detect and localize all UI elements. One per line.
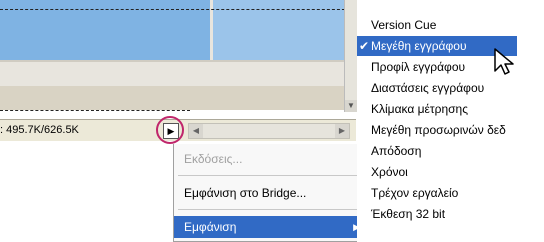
horizontal-scrollbar[interactable]: ◀ ▶ [188,123,350,139]
submenu-item-timing[interactable]: Χρόνοι [357,162,544,182]
submenu-item-version-cue[interactable]: Version Cue [357,15,544,35]
vertical-scrollbar[interactable]: ▼ [344,0,357,112]
scroll-right-icon[interactable]: ▶ [335,124,349,138]
document-size-readout: : 495.7K/626.5K [0,124,79,136]
image-region [0,60,345,86]
document-canvas [0,0,345,110]
submenu-item-efficiency[interactable]: Απόδοση [357,141,544,161]
menu-item-show[interactable]: Εμφάνιση ▶ [174,216,368,238]
mouse-pointer-icon [494,48,514,75]
menu-item-label: Εμφάνιση [184,220,237,234]
selection-marquee [0,110,190,111]
menu-separator [178,209,364,210]
callout-circle [156,116,184,144]
menu-separator [178,175,364,176]
submenu-item-scratch-sizes[interactable]: Μεγέθη προσωρινών δεδ [357,120,544,140]
scroll-left-icon[interactable]: ◀ [189,124,203,138]
image-region [0,86,345,110]
status-context-menu: Εκδόσεις... Εμφάνιση στο Bridge... Εμφάν… [173,144,369,242]
scroll-down-icon[interactable]: ▼ [345,100,357,112]
submenu-item-document-dimensions[interactable]: Διαστάσεις εγγράφου [357,78,544,98]
submenu-item-label: Μεγέθη εγγράφου [371,39,467,53]
submenu-item-measurement-scale[interactable]: Κλίμακα μέτρησης [357,99,544,119]
checkmark-icon: ✔ [359,39,370,53]
selection-marquee [0,9,355,10]
submenu-item-current-tool[interactable]: Τρέχον εργαλείο [357,183,544,203]
menu-item-show-in-bridge[interactable]: Εμφάνιση στο Bridge... [174,182,368,204]
menu-item-versions[interactable]: Εκδόσεις... [174,148,368,170]
submenu-item-32bit-exposure[interactable]: Έκθεση 32 bit [357,204,544,224]
